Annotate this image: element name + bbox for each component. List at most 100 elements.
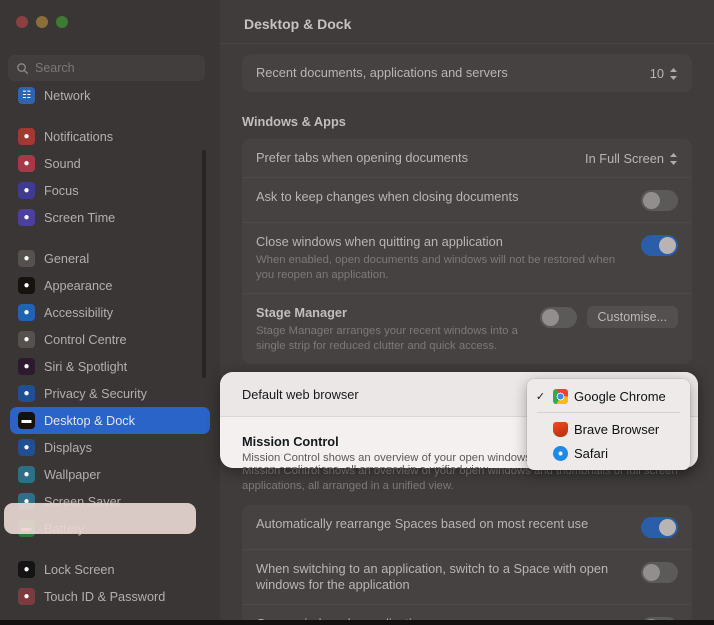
row-sublabel: When enabled, open documents and windows… <box>256 254 616 281</box>
settings-content: Recent documents, applications and serve… <box>220 44 714 625</box>
ask-keep-changes-toggle[interactable] <box>641 190 678 211</box>
row-control <box>641 516 678 538</box>
sidebar-item-label: Notifications <box>44 129 114 144</box>
row-control: Customise... <box>539 305 678 328</box>
prefer-tabs-popup[interactable]: In Full Screen <box>585 151 678 166</box>
dropdown-item-label: Brave Browser <box>574 421 660 437</box>
group-recent-documents: Recent documents, applications and serve… <box>242 54 692 92</box>
dropdown-item-google-chrome[interactable]: ✓ Google Chrome <box>527 384 690 408</box>
switch-to-space-toggle[interactable] <box>641 562 678 583</box>
sidebar-item-screen-time[interactable]: ● Screen Time <box>10 204 210 231</box>
checkmark-icon: ✓ <box>535 390 546 403</box>
lock-screen-icon: ● <box>18 561 35 578</box>
row-switch-to-space[interactable]: When switching to an application, switch… <box>242 549 692 604</box>
toggle-knob <box>643 564 660 581</box>
row-sublabel: Stage Manager arranges your recent windo… <box>256 325 518 352</box>
sidebar-item-label: Wallpaper <box>44 467 101 482</box>
row-ask-keep-changes[interactable]: Ask to keep changes when closing documen… <box>242 177 692 222</box>
sidebar-item-siri-spotlight[interactable]: ● Siri & Spotlight <box>10 353 210 380</box>
default-browser-dropdown-menu[interactable]: ✓ Google Chrome Brave Browser Safari <box>527 379 690 470</box>
sidebar-item-accessibility[interactable]: ● Accessibility <box>10 299 210 326</box>
toggle-knob <box>659 237 676 254</box>
row-stage-manager[interactable]: Stage Manager Stage Manager arranges you… <box>242 293 692 364</box>
sidebar-item-lock-screen[interactable]: ● Lock Screen <box>10 556 210 583</box>
general-icon: ● <box>18 250 35 267</box>
sidebar-item-privacy-security[interactable]: ● Privacy & Security <box>10 380 210 407</box>
row-prefer-tabs[interactable]: Prefer tabs when opening documents In Fu… <box>242 139 692 177</box>
sidebar-item-focus[interactable]: ● Focus <box>10 177 210 204</box>
sidebar-scrollbar[interactable] <box>202 150 206 378</box>
zoom-button[interactable] <box>56 16 68 28</box>
row-label: Automatically rearrange Spaces based on … <box>256 516 589 531</box>
mission-control-title: Mission Control <box>242 434 339 449</box>
close-button[interactable] <box>16 16 28 28</box>
sidebar-item-displays[interactable]: ● Displays <box>10 434 210 461</box>
window-traffic-lights <box>16 16 68 28</box>
desktop-dock-icon: ▬ <box>18 412 35 429</box>
sidebar-item-general[interactable]: ● General <box>10 245 210 272</box>
system-settings-window: Search ☷ Network ● Notifications ● Sound ● Focu… <box>0 0 714 625</box>
chevron-up-down-icon <box>670 152 677 165</box>
chevron-up-down-icon <box>670 67 677 80</box>
sidebar-group-separator <box>0 231 220 245</box>
recent-documents-stepper[interactable]: 10 <box>650 66 678 81</box>
sidebar-item-label: Control Centre <box>44 332 127 347</box>
row-control <box>641 561 678 583</box>
row-close-windows-quitting[interactable]: Close windows when quitting an applicati… <box>242 222 692 293</box>
wallpaper-icon: ● <box>18 466 35 483</box>
sidebar-item-label: Desktop & Dock <box>44 413 135 428</box>
row-text: Stage Manager Stage Manager arranges you… <box>256 305 540 353</box>
group-windows-apps: Prefer tabs when opening documents In Fu… <box>242 139 692 364</box>
sidebar-group-separator <box>0 109 220 123</box>
dropdown-item-label: Google Chrome <box>574 388 666 404</box>
sidebar-item-appearance[interactable]: ● Appearance <box>10 272 210 299</box>
sidebar-item-list: ☷ Network ● Notifications ● Sound ● Focus ● Scree… <box>0 82 220 625</box>
screen-time-icon: ● <box>18 209 35 226</box>
minimise-button[interactable] <box>36 16 48 28</box>
privacy-icon: ● <box>18 385 35 402</box>
stepper-value: 10 <box>649 66 664 81</box>
close-windows-quitting-toggle[interactable] <box>641 235 678 256</box>
auto-rearrange-spaces-toggle[interactable] <box>641 517 678 538</box>
search-input[interactable]: Search <box>8 55 205 81</box>
row-text: Prefer tabs when opening documents <box>256 150 585 166</box>
row-control: 10 <box>650 65 678 81</box>
sidebar-item-label: Accessibility <box>44 305 114 320</box>
search-placeholder: Search <box>35 61 75 75</box>
appearance-icon: ● <box>18 277 35 294</box>
dropdown-item-safari[interactable]: Safari <box>527 441 690 465</box>
row-label: Close windows when quitting an applicati… <box>256 234 503 249</box>
sidebar-item-label: Appearance <box>44 278 113 293</box>
toggle-knob <box>659 519 676 536</box>
row-control <box>641 189 678 211</box>
sidebar-item-network[interactable]: ☷ Network <box>10 82 210 109</box>
row-text: Ask to keep changes when closing documen… <box>256 189 641 205</box>
siri-icon: ● <box>18 358 35 375</box>
sidebar-item-notifications[interactable]: ● Notifications <box>10 123 210 150</box>
sidebar-item-desktop-dock[interactable]: ▬ Desktop & Dock <box>10 407 210 434</box>
sidebar-item-label: Screen Time <box>44 210 116 225</box>
stage-manager-customise-button[interactable]: Customise... <box>586 306 678 328</box>
sidebar-item-touch-id-password[interactable]: ● Touch ID & Password <box>10 583 210 610</box>
group-mission-control: Automatically rearrange Spaces based on … <box>242 505 692 625</box>
row-auto-rearrange-spaces[interactable]: Automatically rearrange Spaces based on … <box>242 505 692 549</box>
row-text: Close windows when quitting an applicati… <box>256 234 641 282</box>
dropdown-separator <box>537 412 680 413</box>
sidebar-item-label: Focus <box>44 183 79 198</box>
row-control <box>641 234 678 256</box>
stage-manager-toggle[interactable] <box>539 306 577 328</box>
sidebar-item-label: Sound <box>44 156 81 171</box>
sidebar-item-wallpaper[interactable]: ● Wallpaper <box>10 461 210 488</box>
sidebar-item-sound[interactable]: ● Sound <box>10 150 210 177</box>
dropdown-item-brave-browser[interactable]: Brave Browser <box>527 417 690 441</box>
accessibility-icon: ● <box>18 304 35 321</box>
row-label: Prefer tabs when opening documents <box>256 150 468 165</box>
search-icon <box>16 62 29 75</box>
row-recent-documents[interactable]: Recent documents, applications and serve… <box>242 54 692 92</box>
main-header: Desktop & Dock <box>220 0 714 44</box>
sidebar-item-label: Touch ID & Password <box>44 589 166 604</box>
sidebar-item-control-centre[interactable]: ● Control Centre <box>10 326 210 353</box>
sidebar-item-label: Displays <box>44 440 92 455</box>
default-web-browser-label: Default web browser <box>242 387 359 402</box>
row-text: Recent documents, applications and serve… <box>256 65 650 81</box>
